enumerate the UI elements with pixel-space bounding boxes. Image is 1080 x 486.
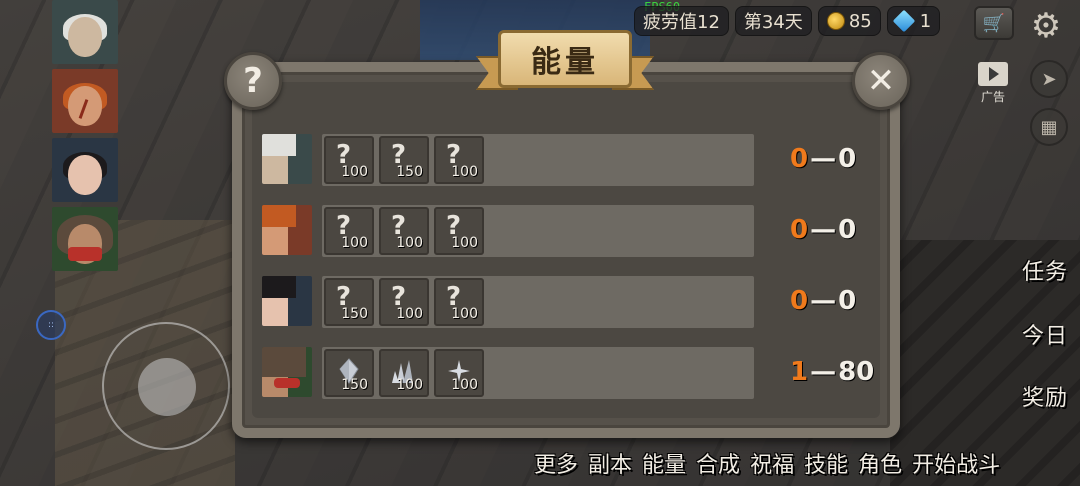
- energy-value: 0: [838, 286, 857, 316]
- fatigue-text: 疲劳值12: [643, 12, 720, 33]
- energy-slot-bar: ? 100 ? 150 ? 100: [322, 134, 754, 186]
- energy-row-girl: ? 150 ? 100 ? 100 0—0: [262, 276, 862, 330]
- help-button[interactable]: ?: [224, 52, 282, 110]
- party-portrait-girl[interactable]: [52, 138, 118, 202]
- slot-cost: 100: [451, 306, 478, 322]
- energy-slot[interactable]: ? 100: [324, 136, 374, 184]
- menu-character[interactable]: 角色: [858, 447, 902, 479]
- energy-slot[interactable]: ? 100: [379, 207, 429, 255]
- cart-icon: 🛒: [982, 12, 1006, 34]
- diamond-icon: [892, 9, 916, 33]
- menu-energy[interactable]: 能量: [642, 447, 686, 479]
- gold-coin-icon: [826, 12, 845, 30]
- task-button[interactable]: 任务: [1022, 254, 1068, 286]
- shop-cart-button[interactable]: 🛒: [974, 6, 1014, 40]
- energy-slot-bar: ? 150 ? 100 ? 100: [322, 276, 754, 328]
- energy-value: 0: [838, 215, 857, 245]
- slot-cost: 100: [396, 235, 423, 251]
- daily-reward-label[interactable]: 奖励: [1022, 380, 1068, 412]
- energy-slot[interactable]: ? 100: [434, 136, 484, 184]
- menu-dungeon[interactable]: 副本: [588, 447, 632, 479]
- energy-level: 0: [790, 286, 809, 316]
- floating-assist-button[interactable]: ::: [36, 310, 66, 340]
- slot-cost: 100: [396, 377, 423, 393]
- close-icon: ✕: [866, 61, 896, 101]
- energy-slot[interactable]: ? 100: [434, 278, 484, 326]
- grid-menu-button[interactable]: ▦: [1030, 108, 1068, 146]
- energy-row-elder: ? 100 ? 150 ? 100 0—0: [262, 134, 862, 188]
- energy-slot[interactable]: 100: [379, 349, 429, 397]
- party-portrait-redhead[interactable]: [52, 69, 118, 133]
- menu-blessing[interactable]: 祝福: [750, 447, 794, 479]
- energy-slot[interactable]: ? 100: [434, 207, 484, 255]
- party-portrait-hooded[interactable]: [52, 207, 118, 271]
- ad-label: 广告: [980, 90, 1005, 104]
- gear-icon: ⚙: [1030, 6, 1062, 46]
- hero-portrait-redhead: [262, 205, 312, 255]
- gold-display: 85: [817, 6, 881, 36]
- daily-reward-today[interactable]: 今日: [1022, 318, 1068, 350]
- gem-display: 1: [886, 6, 941, 36]
- energy-score: 0—0: [790, 215, 857, 245]
- energy-value: 0: [838, 144, 857, 174]
- menu-more[interactable]: 更多: [534, 447, 578, 479]
- party-portrait-elder[interactable]: [52, 0, 118, 64]
- energy-row-hooded: 150 100 100 1—80: [262, 347, 874, 401]
- energy-row-redhead: ? 100 ? 100 ? 100 0—0: [262, 205, 862, 259]
- energy-level: 0: [790, 144, 809, 174]
- map-button[interactable]: ➤: [1030, 60, 1068, 98]
- grid-icon: ▦: [1040, 116, 1058, 138]
- slot-cost: 100: [396, 306, 423, 322]
- energy-slot[interactable]: 100: [434, 349, 484, 397]
- slot-cost: 100: [451, 164, 478, 180]
- question-icon: ?: [243, 61, 263, 101]
- slot-cost: 100: [451, 377, 478, 393]
- gold-count: 85: [848, 10, 872, 32]
- energy-slot[interactable]: 150: [324, 349, 374, 397]
- energy-score: 0—0: [790, 286, 857, 316]
- menu-skills[interactable]: 技能: [804, 447, 848, 479]
- ad-video-button[interactable]: 广告: [976, 62, 1010, 108]
- hero-portrait-girl: [262, 276, 312, 326]
- energy-slot[interactable]: ? 150: [379, 136, 429, 184]
- energy-score: 0—0: [790, 144, 857, 174]
- slot-cost: 100: [341, 235, 368, 251]
- dialog-title: 能量: [498, 30, 632, 88]
- energy-level: 0: [790, 215, 809, 245]
- day-display: 第34天: [734, 6, 812, 36]
- energy-level: 1: [790, 357, 809, 387]
- slot-cost: 100: [341, 164, 368, 180]
- slot-cost: 150: [341, 306, 368, 322]
- energy-value: 80: [838, 357, 875, 387]
- energy-slot-bar: ? 100 ? 100 ? 100: [322, 205, 754, 257]
- video-play-icon: [978, 62, 1008, 86]
- day-text: 第34天: [743, 12, 803, 33]
- hero-portrait-hooded: [262, 347, 312, 397]
- party-portraits: [52, 0, 120, 276]
- gem-count: 1: [919, 10, 932, 32]
- dialog-title-banner: 能量: [476, 26, 654, 100]
- energy-slot-bar: 150 100 100: [322, 347, 754, 399]
- slot-cost: 150: [396, 164, 423, 180]
- joystick-thumb[interactable]: [138, 358, 196, 416]
- energy-slot[interactable]: ? 100: [324, 207, 374, 255]
- paper-plane-icon: ➤: [1041, 68, 1057, 90]
- energy-slot[interactable]: ? 100: [379, 278, 429, 326]
- bottom-menu: 更多 副本 能量 合成 祝福 技能 角色 开始战斗: [534, 447, 1000, 479]
- energy-score: 1—80: [790, 357, 875, 387]
- slot-cost: 100: [451, 235, 478, 251]
- hud-bar: 疲劳值12 第34天 85 1: [634, 6, 941, 36]
- settings-button[interactable]: ⚙: [1026, 6, 1066, 46]
- menu-start-battle[interactable]: 开始战斗: [912, 447, 1000, 479]
- close-button[interactable]: ✕: [852, 52, 910, 110]
- slot-cost: 150: [341, 377, 368, 393]
- hero-portrait-elder: [262, 134, 312, 184]
- energy-slot[interactable]: ? 150: [324, 278, 374, 326]
- menu-craft[interactable]: 合成: [696, 447, 740, 479]
